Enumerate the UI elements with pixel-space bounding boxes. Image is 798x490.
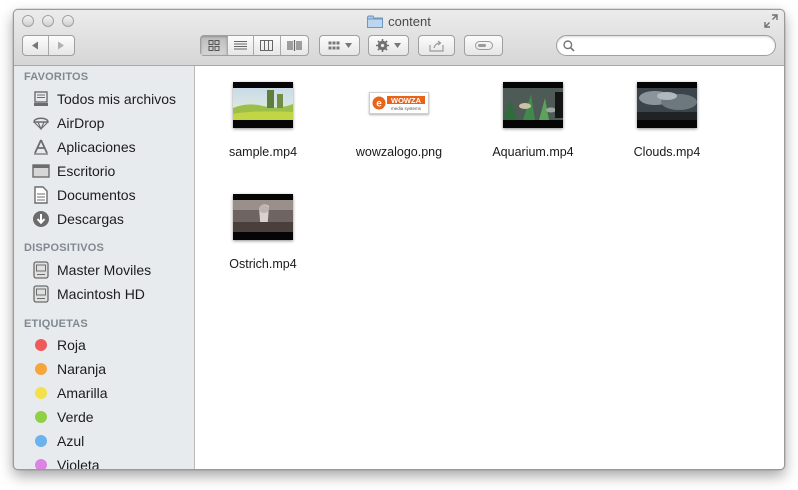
svg-text:media systems: media systems [391, 106, 422, 111]
sidebar-item-label: Master Moviles [57, 262, 152, 278]
video-thumbnail [637, 82, 697, 128]
back-button[interactable] [23, 36, 49, 55]
sidebar-item-label: Descargas [57, 211, 124, 227]
sidebar: FAVORITOS Todos mis archivos AirDrop Apl… [14, 66, 195, 469]
sidebar-item-label: Aplicaciones [57, 139, 136, 155]
fullscreen-icon[interactable] [764, 14, 778, 28]
search-field[interactable] [556, 35, 776, 56]
file-item-ostrich[interactable]: Ostrich.mp4 [198, 178, 328, 278]
column-view-button[interactable] [254, 36, 281, 55]
sidebar-item-label: Verde [57, 409, 94, 425]
icon-view-icon [208, 40, 220, 51]
file-item-aquarium[interactable]: Aquarium.mp4 [468, 66, 598, 166]
file-item-wowzalogo[interactable]: e WOWZA media systems wowzalogo.png [334, 66, 464, 166]
wowza-logo: e WOWZA media systems [372, 96, 425, 111]
documents-icon [32, 186, 50, 204]
tag-icon [474, 41, 493, 50]
toolbar: content [14, 10, 784, 66]
chevron-down-icon [344, 43, 352, 48]
file-item-sample[interactable]: sample.mp4 [198, 66, 328, 166]
icon-view-button[interactable] [201, 36, 228, 55]
sidebar-item-all-files[interactable]: Todos mis archivos [14, 88, 194, 110]
sidebar-item-label: Todos mis archivos [57, 91, 177, 107]
folder-icon [367, 15, 384, 31]
list-view-icon [233, 41, 247, 50]
violet-tag-dot-icon [35, 459, 47, 469]
sidebar-item-label: Documentos [57, 187, 136, 203]
downloads-icon [32, 210, 50, 228]
search-input[interactable] [579, 38, 769, 53]
window-title: content [14, 14, 784, 31]
section-devices: DISPOSITIVOS [24, 242, 105, 254]
back-forward-control [22, 35, 75, 56]
tags-button[interactable] [464, 35, 503, 56]
sidebar-item-tag-orange[interactable]: Naranja [14, 358, 194, 380]
sidebar-item-label: Naranja [57, 361, 107, 377]
sidebar-item-airdrop[interactable]: AirDrop [14, 112, 194, 134]
hard-drive-icon [32, 261, 50, 279]
video-thumbnail [233, 82, 293, 128]
file-name: sample.mp4 [228, 145, 298, 159]
orange-tag-dot-icon [35, 363, 47, 375]
sidebar-item-label: Amarilla [57, 385, 108, 401]
sidebar-item-tag-yellow[interactable]: Amarilla [14, 382, 194, 404]
finder-window: content FAVORITOS Todos mis archivos Air… [13, 9, 785, 470]
arrange-button[interactable] [319, 35, 360, 56]
sidebar-item-tag-blue[interactable]: Azul [14, 430, 194, 452]
green-tag-dot-icon [35, 411, 47, 423]
sidebar-item-tag-violet[interactable]: Violeta [14, 454, 194, 469]
forward-button[interactable] [49, 36, 74, 55]
gear-icon [376, 39, 389, 52]
back-arrow-icon [32, 41, 39, 50]
file-item-clouds[interactable]: Clouds.mp4 [602, 66, 732, 166]
cover-flow-icon [287, 40, 302, 51]
file-name: Aquarium.mp4 [492, 145, 574, 159]
chevron-down-icon [394, 43, 401, 48]
column-view-icon [260, 40, 274, 51]
hard-drive-icon [32, 285, 50, 303]
applications-icon [32, 138, 50, 156]
image-thumbnail: e WOWZA media systems [369, 92, 429, 114]
sidebar-item-tag-green[interactable]: Verde [14, 406, 194, 428]
file-name: wowzalogo.png [355, 145, 443, 159]
sidebar-item-desktop[interactable]: Escritorio [14, 160, 194, 182]
red-tag-dot-icon [35, 339, 47, 351]
action-button[interactable] [368, 35, 409, 56]
forward-arrow-icon [58, 41, 65, 50]
section-tags: ETIQUETAS [24, 318, 88, 330]
sidebar-item-label: Azul [57, 433, 85, 449]
window-title-text: content [388, 14, 431, 29]
arrange-icon [328, 41, 339, 49]
desktop-icon [32, 162, 50, 180]
airdrop-icon [32, 114, 50, 132]
all-files-icon [32, 90, 50, 108]
video-thumbnail [233, 194, 293, 240]
view-switcher [200, 35, 309, 56]
sidebar-item-label: AirDrop [57, 115, 105, 131]
file-name: Clouds.mp4 [633, 145, 701, 159]
sidebar-item-documents[interactable]: Documentos [14, 184, 194, 206]
section-favorites: FAVORITOS [24, 71, 89, 83]
file-browser: sample.mp4 e WOWZA media systems wowzalo… [196, 66, 784, 469]
cover-flow-button[interactable] [281, 36, 308, 55]
list-view-button[interactable] [228, 36, 255, 55]
sidebar-item-downloads[interactable]: Descargas [14, 208, 194, 230]
share-icon [429, 40, 444, 52]
sidebar-item-label: Escritorio [57, 163, 116, 179]
yellow-tag-dot-icon [35, 387, 47, 399]
video-thumbnail [503, 82, 563, 128]
share-button[interactable] [418, 35, 455, 56]
file-name: Ostrich.mp4 [229, 257, 297, 271]
sidebar-item-master-moviles[interactable]: Master Moviles [14, 259, 194, 281]
svg-text:WOWZA: WOWZA [391, 96, 422, 105]
sidebar-item-label: Macintosh HD [57, 286, 145, 302]
sidebar-item-applications[interactable]: Aplicaciones [14, 136, 194, 158]
sidebar-item-macintosh-hd[interactable]: Macintosh HD [14, 283, 194, 305]
search-icon [563, 40, 575, 52]
sidebar-item-label: Violeta [57, 457, 100, 469]
sidebar-item-label: Roja [57, 337, 86, 353]
svg-text:e: e [376, 99, 382, 110]
blue-tag-dot-icon [35, 435, 47, 447]
sidebar-item-tag-red[interactable]: Roja [14, 334, 194, 356]
